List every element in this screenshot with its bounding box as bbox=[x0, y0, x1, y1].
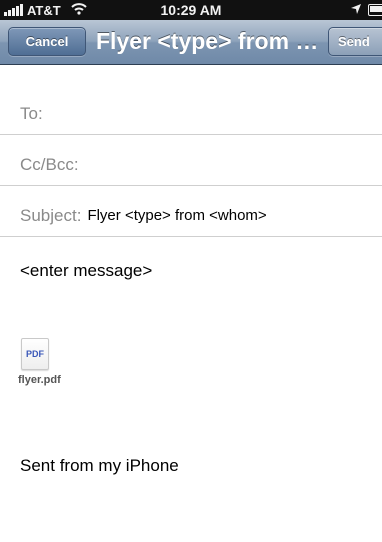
pdf-file-icon: PDF bbox=[21, 338, 49, 370]
navigation-bar: Cancel Flyer <type> from <whom> Send bbox=[0, 20, 382, 65]
send-button[interactable]: Send bbox=[328, 27, 382, 56]
to-field[interactable]: To: bbox=[0, 93, 382, 135]
location-arrow-icon bbox=[350, 2, 362, 18]
battery-icon bbox=[368, 4, 382, 16]
status-right bbox=[350, 2, 382, 18]
pdf-attachment[interactable]: PDF flyer.pdf bbox=[18, 338, 78, 386]
subject-label: Subject: bbox=[20, 205, 82, 225]
subject-value[interactable]: Flyer <type> from <whom> bbox=[87, 207, 266, 224]
to-label: To: bbox=[20, 103, 43, 123]
email-signature[interactable]: Sent from my iPhone bbox=[20, 456, 179, 476]
status-bar: AT&T 10:29 AM bbox=[0, 0, 382, 20]
cc-bcc-field[interactable]: Cc/Bcc: bbox=[0, 144, 382, 186]
cancel-button[interactable]: Cancel bbox=[8, 27, 86, 56]
message-body[interactable]: <enter message> bbox=[20, 261, 152, 281]
compose-title: Flyer <type> from <whom> bbox=[96, 28, 322, 54]
subject-field[interactable]: Subject: Flyer <type> from <whom> bbox=[0, 195, 382, 237]
attachment-filename: flyer.pdf bbox=[18, 374, 61, 386]
cc-bcc-label: Cc/Bcc: bbox=[20, 154, 79, 174]
status-time: 10:29 AM bbox=[160, 2, 222, 18]
